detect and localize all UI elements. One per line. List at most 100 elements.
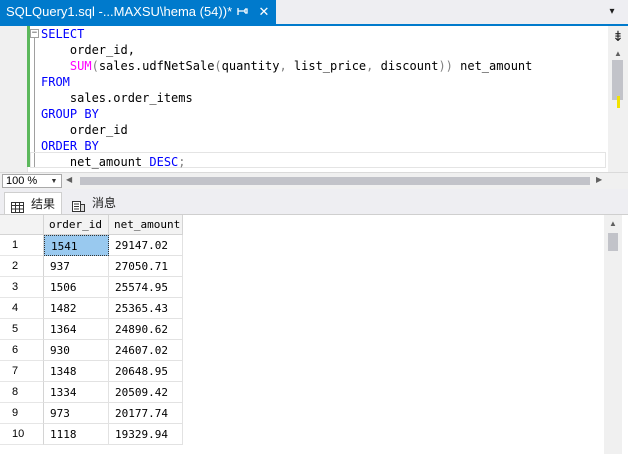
code-token: order_id,: [41, 43, 135, 57]
cell-net-amount[interactable]: 19329.94: [109, 424, 183, 445]
pin-icon[interactable]: [234, 4, 250, 20]
editor-status-strip: 100 % ▼ ◀ ▶: [0, 172, 628, 189]
row-number[interactable]: 10: [0, 424, 44, 445]
code-token: FROM: [41, 75, 70, 89]
code-token: sales.order_items: [41, 91, 193, 105]
code-token: (: [91, 59, 99, 73]
code-token: )): [438, 59, 453, 73]
code-token: SELECT: [41, 27, 85, 41]
collapse-icon[interactable]: −: [30, 29, 39, 38]
code-token: discount: [373, 59, 439, 73]
code-token: list_price: [286, 59, 367, 73]
cell-order-id[interactable]: 1541: [44, 235, 109, 256]
scroll-right-arrow-icon[interactable]: ▶: [596, 175, 602, 184]
code-line[interactable]: SUM(sales.udfNetSale(quantity, list_pric…: [41, 58, 532, 74]
code-line[interactable]: sales.order_items: [41, 90, 193, 106]
cell-net-amount[interactable]: 24890.62: [109, 319, 183, 340]
horizontal-scroll-thumb[interactable]: [80, 177, 590, 185]
column-header-net-amount[interactable]: net_amount: [109, 215, 183, 235]
cell-net-amount[interactable]: 25365.43: [109, 298, 183, 319]
code-token: ;: [178, 155, 186, 169]
grid-corner[interactable]: [0, 215, 44, 235]
row-number[interactable]: 7: [0, 361, 44, 382]
cell-order-id[interactable]: 1348: [44, 361, 109, 382]
row-number[interactable]: 2: [0, 256, 44, 277]
scroll-up-arrow-icon[interactable]: ▲: [607, 218, 619, 230]
cell-net-amount[interactable]: 20509.42: [109, 382, 183, 403]
cell-order-id[interactable]: 1118: [44, 424, 109, 445]
code-line[interactable]: order_id: [41, 122, 128, 138]
zoom-value: 100 %: [6, 175, 38, 187]
code-token: ,: [279, 59, 287, 73]
scroll-left-arrow-icon[interactable]: ◀: [66, 175, 72, 184]
table-row[interactable]: 5 1364 24890.62: [0, 319, 183, 340]
row-number[interactable]: 9: [0, 403, 44, 424]
code-token: quantity: [221, 59, 280, 73]
cell-order-id[interactable]: 1482: [44, 298, 109, 319]
grid-vertical-scrollbar[interactable]: ▲: [604, 215, 622, 454]
table-row[interactable]: 3 1506 25574.95: [0, 277, 183, 298]
code-token: net_amount: [452, 59, 533, 73]
editor-gutter: [0, 26, 28, 172]
sql-editor[interactable]: − SELECT order_id, SUM(sales.udfNetSale(…: [0, 26, 628, 172]
results-grid[interactable]: order_id net_amount ▲ 1 1541 29147.02 2 937 2…: [0, 215, 628, 454]
scroll-thumb[interactable]: [612, 60, 623, 100]
row-number[interactable]: 3: [0, 277, 44, 298]
table-row[interactable]: 4 1482 25365.43: [0, 298, 183, 319]
row-number[interactable]: 8: [0, 382, 44, 403]
code-token: ORDER BY: [41, 139, 99, 153]
row-number[interactable]: 4: [0, 298, 44, 319]
cell-order-id[interactable]: 1334: [44, 382, 109, 403]
cell-order-id[interactable]: 973: [44, 403, 109, 424]
query-document-tab[interactable]: SQLQuery1.sql -...MAXSU\hema (54))* ✕: [0, 0, 276, 24]
code-token: DESC: [149, 155, 179, 169]
results-tab-bar: 结果 消息: [0, 190, 628, 215]
code-line[interactable]: FROM: [41, 74, 70, 90]
close-tab-icon[interactable]: ✕: [256, 4, 272, 20]
tab-dropdown-icon[interactable]: ▾: [604, 5, 620, 19]
change-tracking-bar: [27, 26, 30, 167]
table-row[interactable]: 10 1118 19329.94: [0, 424, 183, 445]
split-editor-icon[interactable]: ⇟: [610, 28, 626, 44]
cell-net-amount[interactable]: 20177.74: [109, 403, 183, 424]
table-row[interactable]: 6 930 24607.02: [0, 340, 183, 361]
table-row[interactable]: 7 1348 20648.95: [0, 361, 183, 382]
messages-icon: [72, 197, 85, 212]
scroll-up-arrow-icon[interactable]: ▲: [612, 48, 624, 60]
chevron-down-icon[interactable]: ▼: [48, 175, 60, 188]
tab-results[interactable]: 结果: [4, 192, 62, 214]
code-token: (: [214, 59, 222, 73]
code-line[interactable]: ORDER BY: [41, 138, 99, 154]
tab-messages[interactable]: 消息: [66, 192, 122, 214]
cell-order-id[interactable]: 930: [44, 340, 109, 361]
cell-order-id[interactable]: 1506: [44, 277, 109, 298]
grid-scroll-thumb[interactable]: [608, 233, 618, 251]
table-row[interactable]: 1 1541 29147.02: [0, 235, 183, 256]
cell-net-amount[interactable]: 24607.02: [109, 340, 183, 361]
table-row[interactable]: 2 937 27050.71: [0, 256, 183, 277]
code-line[interactable]: net_amount DESC;: [41, 154, 186, 170]
tab-messages-label: 消息: [92, 196, 117, 210]
table-row[interactable]: 9 973 20177.74: [0, 403, 183, 424]
column-header-order-id[interactable]: order_id: [44, 215, 109, 235]
fold-guide: [34, 38, 35, 168]
row-number[interactable]: 5: [0, 319, 44, 340]
cell-net-amount[interactable]: 20648.95: [109, 361, 183, 382]
row-number[interactable]: 1: [0, 235, 44, 256]
row-number[interactable]: 6: [0, 340, 44, 361]
code-token: net_amount: [41, 155, 150, 169]
cell-order-id[interactable]: 1364: [44, 319, 109, 340]
code-token: SUM: [69, 59, 92, 73]
cell-net-amount[interactable]: 27050.71: [109, 256, 183, 277]
cell-order-id[interactable]: 937: [44, 256, 109, 277]
code-line[interactable]: SELECT: [41, 26, 84, 42]
cell-net-amount[interactable]: 25574.95: [109, 277, 183, 298]
code-line[interactable]: order_id,: [41, 42, 135, 58]
unsaved-change-marker: [617, 96, 620, 108]
zoom-select[interactable]: 100 % ▼: [2, 174, 62, 188]
table-row[interactable]: 8 1334 20509.42: [0, 382, 183, 403]
code-line[interactable]: GROUP BY: [41, 106, 99, 122]
code-token: sales.udfNetSale: [98, 59, 215, 73]
document-tab-bar: SQLQuery1.sql -...MAXSU\hema (54))* ✕ ▾: [0, 0, 628, 24]
cell-net-amount[interactable]: 29147.02: [109, 235, 183, 256]
